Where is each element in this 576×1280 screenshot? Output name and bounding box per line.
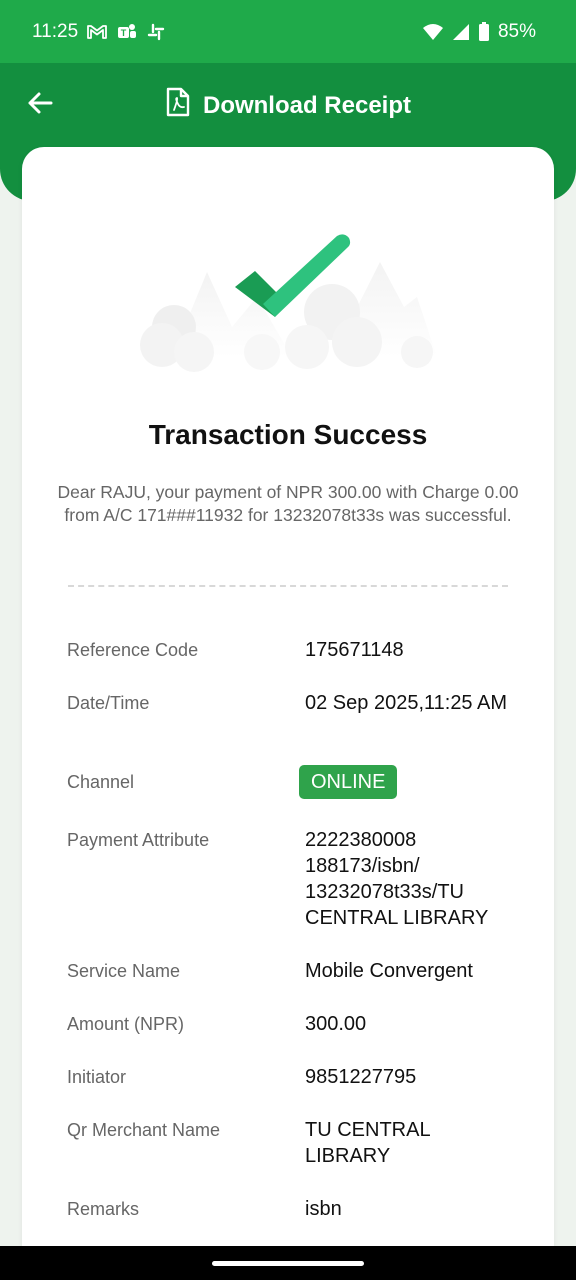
success-checkmark-illustration [140, 234, 437, 372]
detail-row-service-name: Service Name Mobile Convergent [67, 958, 514, 1011]
detail-value: 9851227795 [305, 1066, 417, 1088]
transaction-details: Reference Code 175671148 Date/Time 02 Se… [67, 637, 514, 1249]
receipt-card: Transaction Success Dear RAJU, your paym… [22, 147, 554, 1267]
detail-row-remarks: Remarks isbn [67, 1196, 514, 1249]
home-gesture-handle[interactable] [212, 1261, 364, 1266]
detail-row-date-time: Date/Time 02 Sep 2025,11:25 AM [67, 690, 514, 769]
svg-text:T: T [121, 28, 127, 38]
detail-label: Qr Merchant Name [67, 1120, 221, 1140]
detail-row-initiator: Initiator 9851227795 [67, 1064, 514, 1117]
detail-value: ONLINE [299, 765, 514, 799]
detail-label: Reference Code [67, 640, 199, 660]
channel-badge: ONLINE [299, 765, 398, 799]
signal-icon [452, 23, 470, 41]
transaction-message: Dear RAJU, your payment of NPR 300.00 wi… [57, 482, 519, 525]
detail-label: Remarks [67, 1199, 140, 1219]
status-bar: 11:25 T 85% [0, 0, 576, 63]
status-right: 85% [422, 21, 536, 43]
battery-percentage: 85% [497, 20, 536, 42]
teams-icon: T [116, 22, 138, 42]
status-left: 11:25 T [32, 21, 166, 43]
transaction-status-title: Transaction Success [148, 419, 428, 450]
battery-icon [478, 21, 490, 42]
detail-label: Date/Time [67, 693, 150, 713]
gmail-icon [86, 23, 108, 40]
detail-label: Amount (NPR) [67, 1014, 185, 1034]
detail-value: 175671148 [305, 639, 404, 661]
detail-value: TU CENTRAL LIBRARY [305, 1119, 430, 1167]
dashed-divider [68, 585, 508, 587]
detail-value: Mobile Convergent [305, 960, 473, 982]
detail-label: Payment Attribute [67, 830, 210, 850]
detail-row-amount: Amount (NPR) 300.00 [67, 1011, 514, 1064]
detail-label: Initiator [67, 1067, 127, 1087]
detail-row-qr-merchant-name: Qr Merchant Name TU CENTRAL LIBRARY [67, 1117, 514, 1196]
slack-icon [146, 22, 166, 42]
wifi-icon [422, 23, 444, 41]
detail-row-payment-attribute: Payment Attribute 2222380008 188173/isbn… [67, 827, 514, 958]
detail-label: Channel [67, 772, 135, 792]
detail-row-reference-code: Reference Code 175671148 [67, 637, 514, 690]
header-title: Download Receipt [202, 91, 412, 119]
pdf-file-icon [165, 87, 191, 124]
download-receipt-button[interactable]: Download Receipt [0, 87, 576, 124]
detail-value: isbn [305, 1198, 342, 1220]
detail-label: Service Name [67, 961, 181, 981]
detail-value: 2222380008 188173/isbn/ 13232078t33s/TU … [305, 829, 489, 929]
detail-value: 02 Sep 2025,11:25 AM [305, 692, 508, 714]
detail-value: 300.00 [305, 1013, 367, 1035]
system-navigation-bar [0, 1246, 576, 1280]
clock: 11:25 [32, 20, 79, 42]
detail-row-channel: Channel ONLINE [67, 765, 514, 827]
